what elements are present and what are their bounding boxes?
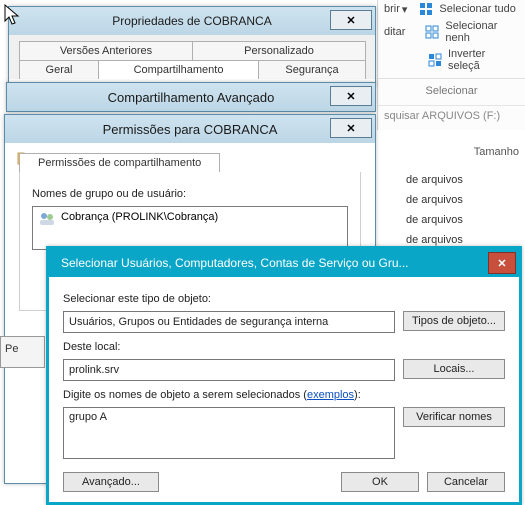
advanced-sharing-dialog: Compartilhamento Avançado ✕ — [6, 82, 376, 112]
invert-label: Inverter seleçã — [448, 48, 519, 72]
ribbon-fragment: brir ▾ Selecionar tudo ditar Selecionar … — [377, 0, 525, 130]
search-placeholder: squisar ARQUIVOS (F:) — [384, 110, 500, 122]
properties-tabs: Versões Anteriores Personalizado Geral C… — [9, 35, 375, 79]
ok-button[interactable]: OK — [341, 472, 419, 492]
file-rows: de arquivos de arquivos de arquivos de a… — [400, 170, 525, 250]
select-users-dialog: Selecionar Usuários, Computadores, Conta… — [46, 246, 522, 505]
tab-sharing[interactable]: Compartilhamento — [98, 60, 259, 79]
user-entry[interactable]: Cobrança (PROLINK\Cobrança) — [61, 211, 218, 223]
properties-dialog: Propriedades de COBRANCA ✕ Versões Anter… — [8, 6, 376, 86]
advanced-button[interactable]: Avançado... — [63, 472, 159, 492]
examples-link[interactable]: exemplos — [307, 389, 354, 401]
advanced-sharing-titlebar[interactable]: Compartilhamento Avançado ✕ — [7, 83, 375, 111]
object-names-label: Digite os nomes de objeto a serem seleci… — [63, 389, 505, 401]
select-users-titlebar[interactable]: Selecionar Usuários, Computadores, Conta… — [49, 249, 519, 277]
edit-label: ditar — [384, 26, 405, 38]
column-size-header[interactable]: Tamanho — [474, 146, 519, 158]
tab-general[interactable]: Geral — [19, 60, 99, 79]
ribbon-open[interactable]: brir ▾ Selecionar tudo — [378, 0, 525, 18]
properties-titlebar[interactable]: Propriedades de COBRANCA ✕ — [9, 7, 375, 35]
cancel-button[interactable]: Cancelar — [427, 472, 505, 492]
properties-title: Propriedades de COBRANCA — [112, 14, 271, 28]
select-none-label: Selecionar nenh — [445, 20, 519, 44]
select-all-icon — [419, 2, 433, 16]
permissions-title: Permissões para COBRANCA — [103, 122, 278, 137]
permissions-titlebar[interactable]: Permissões para COBRANCA ✕ — [5, 115, 375, 143]
tab-share-permissions[interactable]: Permissões de compartilhamento — [19, 153, 220, 172]
location-label: Deste local: — [63, 341, 505, 353]
file-row[interactable]: de arquivos — [400, 190, 525, 210]
file-row[interactable]: de arquivos — [400, 170, 525, 190]
file-row[interactable]: de arquivos — [400, 210, 525, 230]
object-type-label: Selecionar este tipo de objeto: — [63, 293, 505, 305]
check-names-button[interactable]: Verificar nomes — [403, 407, 505, 427]
object-types-button[interactable]: Tipos de objeto... — [403, 311, 505, 331]
ribbon-edit[interactable]: ditar Selecionar nenh — [378, 18, 525, 46]
ribbon-invert[interactable]: Inverter seleçã — [378, 46, 525, 74]
tab-previous-versions[interactable]: Versões Anteriores — [19, 41, 193, 60]
search-box[interactable]: squisar ARQUIVOS (F:) — [378, 105, 525, 126]
pe-label: Pe — [5, 343, 18, 355]
close-button[interactable]: ✕ — [488, 252, 516, 274]
select-none-icon — [425, 25, 439, 39]
users-listbox[interactable]: Cobrança (PROLINK\Cobrança) — [32, 206, 348, 250]
names-label: Nomes de grupo ou de usuário: — [32, 188, 348, 200]
object-names-field[interactable] — [63, 407, 395, 459]
close-button[interactable]: ✕ — [330, 118, 372, 138]
locations-button[interactable]: Locais... — [403, 359, 505, 379]
open-label: brir — [384, 3, 400, 15]
group-icon — [39, 211, 55, 227]
location-field[interactable] — [63, 359, 395, 381]
select-users-title: Selecionar Usuários, Computadores, Conta… — [61, 256, 491, 270]
advanced-sharing-title: Compartilhamento Avançado — [108, 90, 275, 105]
select-all-label: Selecionar tudo — [439, 3, 515, 15]
tab-security[interactable]: Segurança — [258, 60, 366, 79]
permissions-stub: Pe — [0, 336, 45, 368]
ribbon-group-label: Selecionar — [378, 83, 525, 97]
invert-icon — [428, 53, 442, 67]
close-button[interactable]: ✕ — [330, 10, 372, 30]
tab-custom[interactable]: Personalizado — [192, 41, 366, 60]
close-button[interactable]: ✕ — [330, 86, 372, 106]
object-type-field[interactable] — [63, 311, 395, 333]
